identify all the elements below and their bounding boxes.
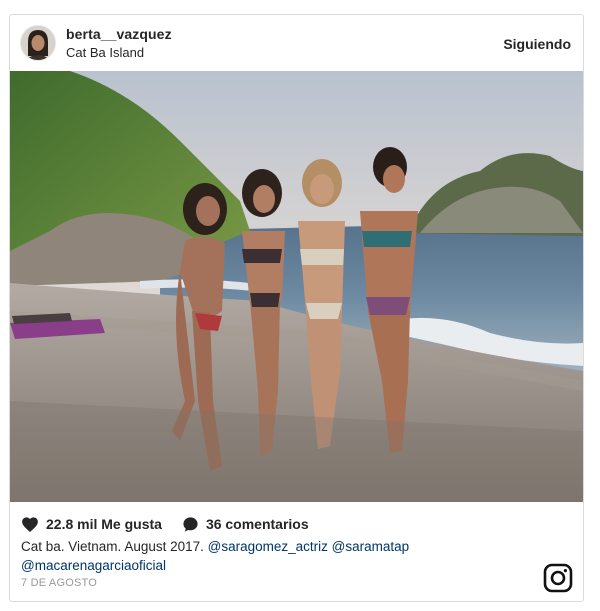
caption-text: Cat ba. Vietnam. August 2017. <box>21 539 204 554</box>
post-photo[interactable] <box>10 71 583 502</box>
post-header: berta__vazquez Cat Ba Island Siguiendo <box>10 15 583 71</box>
mention-link[interactable]: @macarenagarciaoficial <box>21 558 166 573</box>
avatar[interactable] <box>20 25 56 61</box>
comment-icon[interactable] <box>182 516 199 533</box>
post-caption: Cat ba. Vietnam. August 2017. @saragomez… <box>21 537 541 575</box>
post-date[interactable]: 7 DE AGOSTO <box>21 577 97 589</box>
mention-link[interactable]: @saramatap <box>332 539 410 554</box>
heart-icon[interactable] <box>21 516 39 533</box>
likes-count[interactable]: 22.8 mil Me gusta <box>46 516 162 532</box>
instagram-icon[interactable] <box>543 563 573 593</box>
mention-link[interactable]: @saragomez_actriz <box>208 539 328 554</box>
instagram-post-card: berta__vazquez Cat Ba Island Siguiendo 2… <box>9 14 584 602</box>
location-link[interactable]: Cat Ba Island <box>66 45 144 60</box>
comments-count[interactable]: 36 comentarios <box>206 516 309 532</box>
username[interactable]: berta__vazquez <box>66 26 172 42</box>
post-actions: 22.8 mil Me gusta 36 comentarios <box>21 514 309 534</box>
comments-button[interactable]: 36 comentarios <box>182 516 309 533</box>
like-button[interactable]: 22.8 mil Me gusta <box>21 516 162 533</box>
following-button[interactable]: Siguiendo <box>503 36 571 52</box>
